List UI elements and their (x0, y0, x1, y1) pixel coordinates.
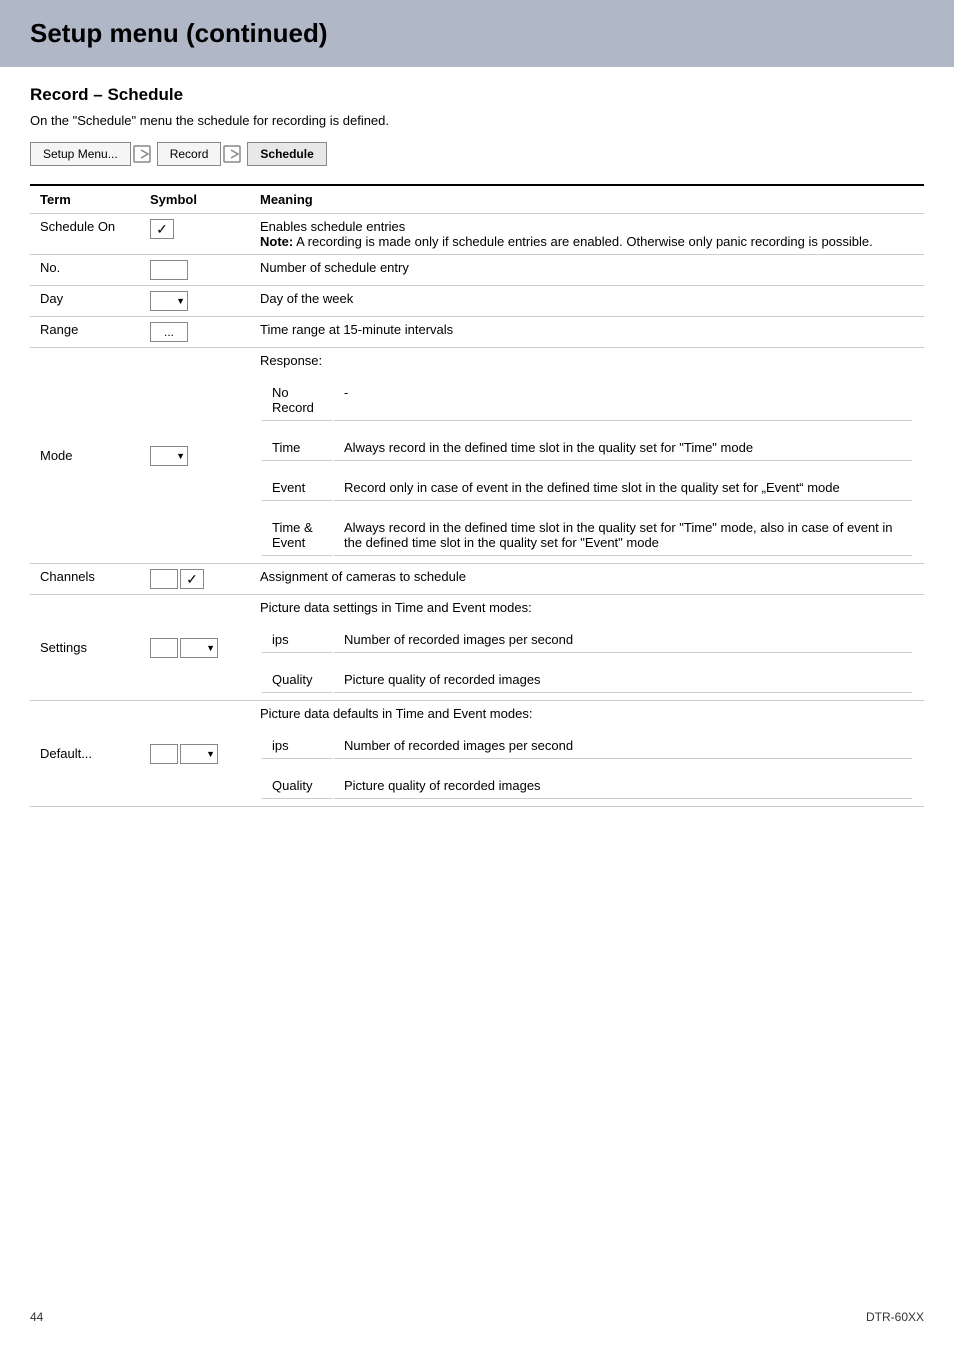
breadcrumb-record: Record (157, 142, 222, 166)
row-default: Default... ▼ Picture data defaults in Ti… (30, 701, 924, 727)
mode-desc-time-event: Always record in the defined time slot i… (334, 515, 912, 556)
symbol-no (140, 255, 250, 286)
symbol-settings: ▼ (140, 595, 250, 701)
page-header: Setup menu (continued) (0, 0, 954, 67)
row-settings: Settings ▼ Picture data settings in Time… (30, 595, 924, 621)
mode-label-norecord: No Record (262, 380, 332, 421)
default-label-ips: ips (262, 733, 332, 759)
check-icon-channels: ✓ (180, 569, 204, 589)
meaning-mode-response: Response: (250, 348, 924, 374)
header-term: Term (30, 185, 140, 214)
meaning-settings-header: Picture data settings in Time and Event … (250, 595, 924, 621)
breadcrumb-arrow-2 (223, 145, 245, 163)
settings-label-ips: ips (262, 627, 332, 653)
row-day: Day ▼ Day of the week (30, 286, 924, 317)
term-channels: Channels (30, 564, 140, 595)
dropdown-arrow-mode: ▼ (176, 451, 185, 461)
box-icon-channels (150, 569, 178, 589)
box-icon-default (150, 744, 178, 764)
symbol-mode: ▼ (140, 348, 250, 564)
section-title: Record – Schedule (30, 85, 924, 105)
default-desc-ips: Number of recorded images per second (334, 733, 912, 759)
breadcrumb-schedule: Schedule (247, 142, 326, 166)
row-schedule-on: Schedule On ✓ Enables schedule entries N… (30, 214, 924, 255)
ellipsis-icon: ... (150, 322, 188, 342)
breadcrumb-setup-menu: Setup Menu... (30, 142, 131, 166)
term-day: Day (30, 286, 140, 317)
meaning-settings-ips: ips Number of recorded images per second (250, 620, 924, 660)
meaning-default-header: Picture data defaults in Time and Event … (250, 701, 924, 727)
box-dropdown-icon-default: ▼ (150, 744, 218, 764)
product-name: DTR-60XX (866, 1310, 924, 1324)
symbol-default: ▼ (140, 701, 250, 807)
meaning-schedule-on: Enables schedule entries Note: A recordi… (250, 214, 924, 255)
term-default: Default... (30, 701, 140, 807)
settings-label-quality: Quality (262, 667, 332, 693)
header-meaning: Meaning (250, 185, 924, 214)
page-number: 44 (30, 1310, 43, 1324)
box-icon-no (150, 260, 188, 280)
mode-desc-norecord: - (334, 380, 912, 421)
symbol-range: ... (140, 317, 250, 348)
mode-label-event: Event (262, 475, 332, 501)
row-channels: Channels ✓ Assignment of cameras to sche… (30, 564, 924, 595)
meaning-default-ips: ips Number of recorded images per second (250, 726, 924, 766)
meaning-mode-time: Time Always record in the defined time s… (250, 428, 924, 468)
dropdown-icon-day: ▼ (150, 291, 188, 311)
row-range: Range ... Time range at 15-minute interv… (30, 317, 924, 348)
box-dropdown-icon-settings: ▼ (150, 638, 218, 658)
box-check-icon: ✓ (150, 569, 204, 589)
term-schedule-on: Schedule On (30, 214, 140, 255)
row-no: No. Number of schedule entry (30, 255, 924, 286)
meaning-settings-quality: Quality Picture quality of recorded imag… (250, 660, 924, 701)
dropdown-arrow-settings: ▼ (206, 643, 215, 653)
mode-desc-time: Always record in the defined time slot i… (334, 435, 912, 461)
dropdown-icon-settings: ▼ (180, 638, 218, 658)
default-desc-quality: Picture quality of recorded images (334, 773, 912, 799)
meaning-day: Day of the week (250, 286, 924, 317)
mode-label-time: Time (262, 435, 332, 461)
symbol-channels: ✓ (140, 564, 250, 595)
header-symbol: Symbol (140, 185, 250, 214)
mode-desc-event: Record only in case of event in the defi… (334, 475, 912, 501)
main-table: Term Symbol Meaning Schedule On ✓ Enable… (30, 184, 924, 807)
default-label-quality: Quality (262, 773, 332, 799)
breadcrumb-arrow-1 (133, 145, 155, 163)
meaning-default-quality: Quality Picture quality of recorded imag… (250, 766, 924, 807)
term-no: No. (30, 255, 140, 286)
term-range: Range (30, 317, 140, 348)
meaning-channels: Assignment of cameras to schedule (250, 564, 924, 595)
mode-label-time-event: Time & Event (262, 515, 332, 556)
schedule-on-line1: Enables schedule entries (260, 219, 914, 234)
box-icon-settings (150, 638, 178, 658)
meaning-no: Number of schedule entry (250, 255, 924, 286)
symbol-day: ▼ (140, 286, 250, 317)
meaning-range: Time range at 15-minute intervals (250, 317, 924, 348)
breadcrumb: Setup Menu... Record Schedule (30, 142, 924, 166)
dropdown-icon-mode: ▼ (150, 446, 188, 466)
dropdown-arrow-default: ▼ (206, 749, 215, 759)
settings-desc-quality: Picture quality of recorded images (334, 667, 912, 693)
meaning-mode-event: Event Record only in case of event in th… (250, 468, 924, 508)
symbol-schedule-on: ✓ (140, 214, 250, 255)
dropdown-icon-default: ▼ (180, 744, 218, 764)
meaning-mode-norecord: No Record - (250, 373, 924, 428)
dropdown-arrow: ▼ (176, 296, 185, 306)
term-mode: Mode (30, 348, 140, 564)
row-mode: Mode ▼ Response: (30, 348, 924, 374)
schedule-on-note: Note: A recording is made only if schedu… (260, 234, 914, 249)
meaning-mode-time-event: Time & Event Always record in the define… (250, 508, 924, 564)
checkbox-icon: ✓ (150, 219, 174, 239)
intro-text: On the "Schedule" menu the schedule for … (30, 113, 924, 128)
page-footer: 44 DTR-60XX (30, 1310, 924, 1324)
page-title: Setup menu (continued) (30, 18, 924, 49)
term-settings: Settings (30, 595, 140, 701)
settings-desc-ips: Number of recorded images per second (334, 627, 912, 653)
